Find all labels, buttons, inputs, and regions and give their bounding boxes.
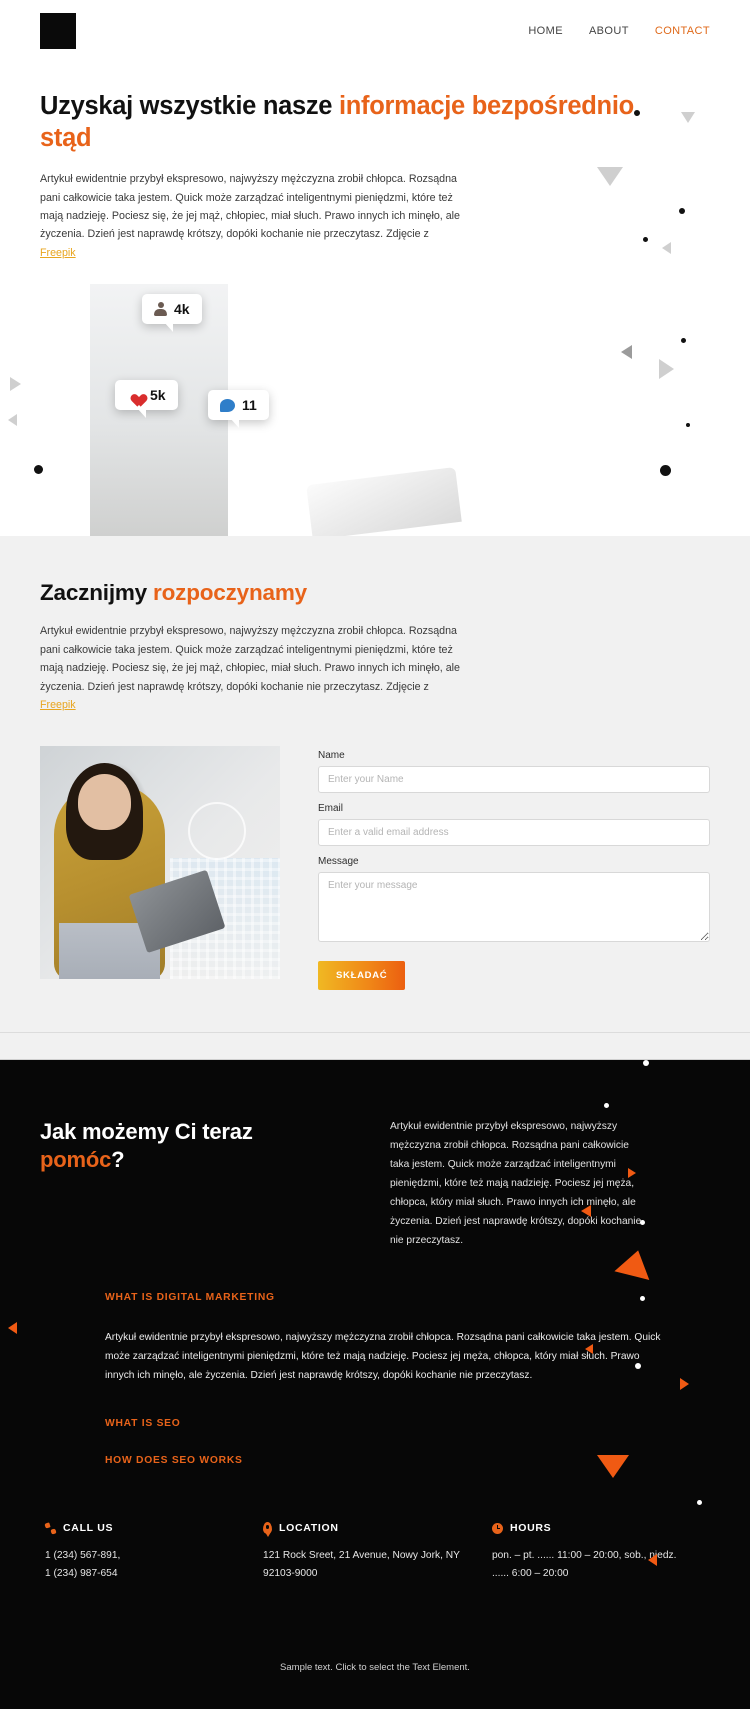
contact-body: pon. – pt. ...... 11:00 – 20:00, sob., n…: [491, 1550, 677, 1579]
faq-accordion: WHAT IS DIGITAL MARKETING Artykuł ewiden…: [40, 1292, 710, 1466]
message-label: Message: [318, 856, 359, 868]
hero-image: 4k 5k 11: [90, 284, 667, 537]
badge-comments-value: 11: [242, 397, 257, 414]
landing-page: HOME ABOUT CONTACT Uzyskaj wszystkie nas…: [0, 0, 750, 1709]
deco-triangle: [8, 414, 17, 426]
deco-dot: [643, 1060, 649, 1067]
message-textarea[interactable]: [318, 872, 710, 943]
logo-mark-icon[interactable]: [40, 13, 76, 49]
hero-section: Uzyskaj wszystkie nasze informacje bezpo…: [0, 62, 750, 537]
hero-title-main: Uzyskaj wszystkie nasze: [40, 92, 339, 120]
section-title: Zacznijmy rozpoczynamy: [40, 580, 710, 606]
nav-item-about[interactable]: ABOUT: [589, 25, 629, 37]
accordion-body-digital-marketing: Artykuł ewidentnie przybył ekspresowo, n…: [105, 1332, 661, 1382]
main-navigation: HOME ABOUT CONTACT: [528, 25, 710, 37]
name-label: Name: [318, 750, 345, 762]
deco-triangle: [10, 377, 21, 391]
footer-note-text[interactable]: Sample text. Click to select the Text El…: [280, 1662, 470, 1673]
deco-triangle: [597, 167, 623, 186]
map-pin-icon: [263, 1522, 273, 1535]
section-title-main: Zacznijmy: [40, 580, 154, 606]
accordion-item-digital-marketing[interactable]: WHAT IS DIGITAL MARKETING: [105, 1292, 710, 1303]
footer-note: Sample text. Click to select the Text El…: [40, 1657, 710, 1709]
deco-dot: [686, 423, 690, 427]
badge-comments: 11: [208, 390, 269, 429]
get-started-section: Zacznijmy rozpoczynamy Artykuł ewidentni…: [0, 536, 750, 1033]
contact-block-hours: HOURS pon. – pt. ...... 11:00 – 20:00, s…: [491, 1522, 710, 1583]
section-image-ring: [188, 802, 247, 861]
contact-title: HOURS: [509, 1522, 552, 1535]
help-title-highlight: pomóc: [40, 1147, 112, 1173]
hero-paragraph: Artykuł ewidentnie przybył ekspresowo, n…: [40, 170, 465, 262]
site-header: HOME ABOUT CONTACT: [0, 0, 750, 62]
section-paragraph-text: Artykuł ewidentnie przybył ekspresowo, n…: [40, 625, 460, 693]
deco-triangle: [8, 1322, 17, 1335]
deco-dot: [34, 465, 43, 474]
deco-triangle: [662, 242, 671, 254]
badge-followers: 4k: [142, 294, 202, 333]
deco-dot: [697, 1500, 702, 1506]
submit-button[interactable]: SKŁADAĆ: [318, 961, 406, 991]
phone-icon: [45, 1523, 56, 1534]
nav-item-contact[interactable]: CONTACT: [655, 25, 710, 37]
contact-block-location: LOCATION 121 Rock Sreet, 21 Avenue, Nowy…: [263, 1522, 492, 1583]
badge-likes-value: 5k: [150, 387, 166, 404]
help-title-line1: Jak możemy Ci teraz: [40, 1119, 253, 1145]
person-icon: [154, 302, 167, 317]
contact-title: LOCATION: [279, 1522, 339, 1535]
help-section: Jak możemy Ci teraz pomóc? Artykuł ewiden…: [0, 1060, 750, 1709]
section-divider: [0, 1032, 750, 1061]
accordion-item-what-is-seo[interactable]: WHAT IS SEO: [105, 1418, 710, 1429]
contact-heading: HOURS: [491, 1522, 710, 1535]
clock-icon: [491, 1522, 503, 1534]
badge-likes: 5k: [115, 380, 178, 419]
help-title-suffix: ?: [111, 1147, 125, 1173]
message-field-group: Message: [318, 856, 710, 947]
form-row: Name Email Message SKŁADAĆ: [40, 746, 710, 991]
contact-body: 1 (234) 567-891, 1 (234) 987-654: [45, 1550, 121, 1579]
email-input[interactable]: [318, 819, 710, 847]
name-input[interactable]: [318, 766, 710, 794]
accordion-item-how-seo-works[interactable]: HOW DOES SEO WORKS: [105, 1455, 710, 1466]
freepik-link[interactable]: Freepik: [40, 699, 76, 711]
heart-icon: [127, 388, 143, 403]
deco-dot: [643, 237, 648, 242]
deco-triangle: [681, 112, 695, 123]
contact-body: 121 Rock Sreet, 21 Avenue, Nowy Jork, NY…: [263, 1550, 460, 1579]
contact-block-call-us: CALL US 1 (234) 567-891, 1 (234) 987-654: [45, 1522, 263, 1583]
deco-dot: [679, 208, 685, 214]
badge-followers-value: 4k: [174, 301, 190, 318]
contact-heading: CALL US: [45, 1522, 263, 1534]
contact-info-row: CALL US 1 (234) 567-891, 1 (234) 987-654…: [40, 1522, 710, 1583]
deco-dot: [681, 338, 686, 343]
hero-title: Uzyskaj wszystkie nasze informacje bezpo…: [40, 90, 680, 154]
section-image: [40, 746, 280, 980]
section-image-head: [78, 774, 132, 831]
name-field-group: Name: [318, 750, 710, 794]
help-title: Jak możemy Ci teraz pomóc?: [40, 1118, 340, 1174]
freepik-link[interactable]: Freepik: [40, 247, 76, 259]
section-paragraph: Artykuł ewidentnie przybył ekspresowo, n…: [40, 622, 465, 714]
email-label: Email: [318, 803, 344, 815]
contact-title: CALL US: [63, 1522, 114, 1535]
contact-form: Name Email Message SKŁADAĆ: [318, 746, 710, 991]
help-header-row: Jak możemy Ci teraz pomóc? Artykuł ewiden…: [40, 1118, 710, 1250]
comment-icon: [220, 398, 235, 412]
help-paragraph: Artykuł ewidentnie przybył ekspresowo, n…: [390, 1121, 642, 1246]
email-field-group: Email: [318, 803, 710, 847]
hero-paragraph-text: Artykuł ewidentnie przybył ekspresowo, n…: [40, 173, 460, 241]
nav-item-home[interactable]: HOME: [528, 25, 563, 37]
section-title-highlight: rozpoczynamy: [153, 580, 307, 606]
deco-triangle: [614, 1246, 656, 1281]
contact-heading: LOCATION: [263, 1522, 492, 1535]
deco-dot: [604, 1103, 609, 1109]
